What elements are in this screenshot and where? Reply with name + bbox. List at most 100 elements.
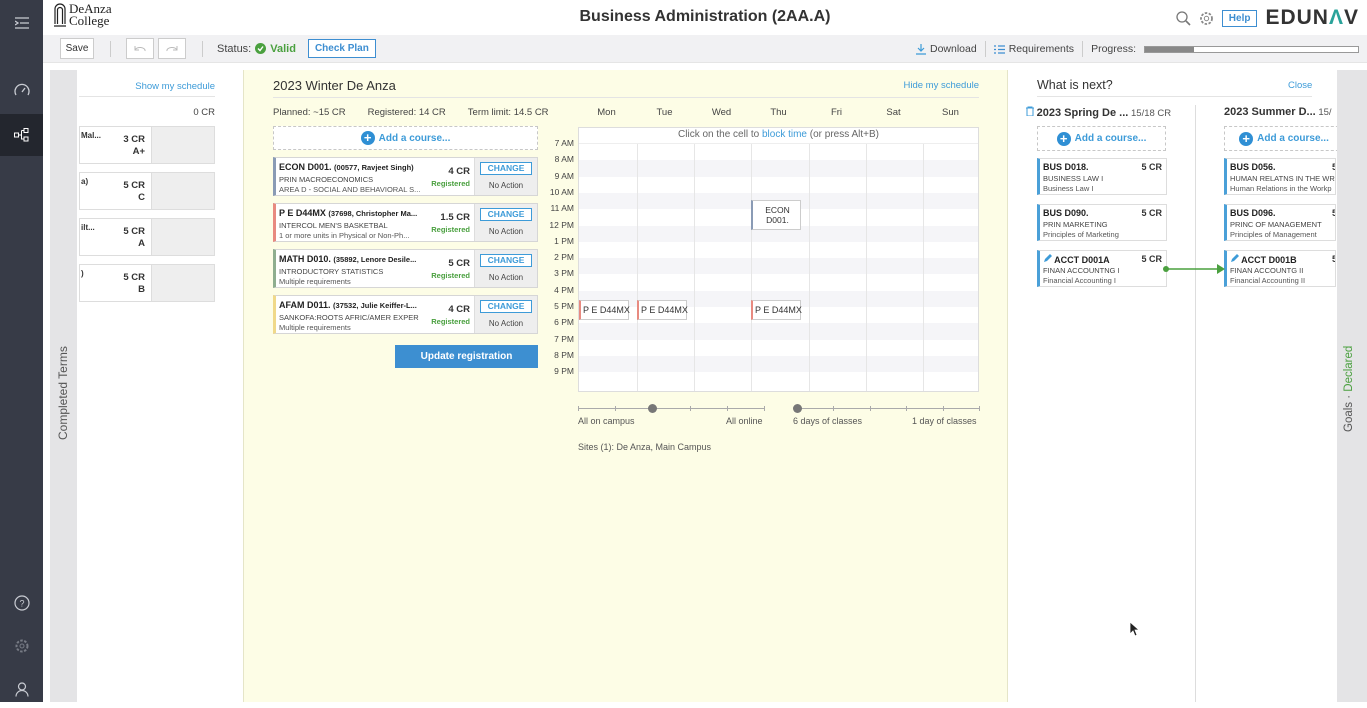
goals-status: Declared (1343, 345, 1355, 392)
course-name: ) (81, 269, 84, 278)
hour-row[interactable] (579, 242, 978, 258)
hour-row[interactable] (579, 355, 978, 373)
help-button[interactable]: Help (1221, 9, 1258, 27)
hide-schedule-link[interactable]: Hide my schedule (903, 80, 979, 91)
course-title: INTERCOL MEN'S BASKETBAL (279, 221, 388, 230)
svg-text:?: ? (19, 599, 24, 609)
course-card[interactable]: ECON D001. (00577, Ravjeet Singh) PRIN MA… (273, 157, 538, 196)
pencil-icon[interactable] (1230, 254, 1241, 265)
course-code: P E D44MX (37698, Christopher Ma... (279, 208, 417, 218)
action-status: No Action (488, 273, 524, 282)
close-link[interactable]: Close (1288, 80, 1312, 91)
hour-row[interactable] (579, 274, 978, 290)
save-button[interactable]: Save (60, 38, 94, 59)
slider-knob[interactable] (648, 404, 658, 413)
gear-icon[interactable] (0, 627, 43, 665)
progress-fill (1145, 46, 1194, 52)
hour-row[interactable] (579, 144, 978, 160)
slider-tick (689, 406, 691, 411)
planned-course-card[interactable]: BUS D096. 5 PRINC OF MANAGEMENTPrinciples … (1224, 204, 1336, 241)
planned-course-card[interactable]: ACCT D001B 5 FINAN ACCOUNTG IIFinancial Ac… (1224, 250, 1336, 287)
hour-row[interactable] (579, 340, 978, 356)
slider-left-label: All on campus (578, 416, 635, 426)
course-cr-grade: 5 CR A (123, 226, 145, 250)
course-card[interactable]: AFAM D011. (37532, Julie Keiffer-L... SAN… (273, 295, 538, 334)
block-time-link[interactable]: block time (762, 129, 807, 140)
requirements-button[interactable]: Requirements (993, 43, 1074, 55)
completed-course-card[interactable]: Mal... 3 CR A+ (79, 126, 215, 164)
add-course-button[interactable]: + Add a course... (273, 126, 538, 150)
course-code: AFAM D011. (37532, Julie Keiffer-L... (279, 300, 417, 310)
course-credits: 5 CR (1141, 254, 1162, 264)
search-icon[interactable] (1176, 10, 1191, 26)
days-of-classes-slider[interactable] (793, 404, 980, 413)
hour-label: 6 PM (554, 317, 574, 328)
hour-row[interactable] (579, 258, 978, 275)
course-action-area: CHANGE No Action (474, 204, 537, 241)
completed-course-card[interactable]: ) 5 CR B (79, 264, 215, 302)
course-card[interactable]: MATH D010. (35892, Lenore Desile... INTRO… (273, 249, 538, 288)
plan-status: Status: Valid (217, 43, 296, 55)
goals-toggle[interactable]: Goals · Declared (1337, 70, 1367, 702)
hour-label: 8 AM (554, 154, 574, 165)
planned-course-card[interactable]: BUS D056. 5 HUMAN RELATNS IN THE WRHuman R… (1224, 158, 1336, 195)
hour-label: 12 PM (549, 219, 574, 230)
term-credits: 15/ (1316, 107, 1331, 118)
planned-course-card[interactable]: BUS D018. 5 CR BUSINESS LAW I Business Law … (1037, 158, 1167, 195)
sites-label: Sites (1): De Anza, Main Campus (578, 442, 712, 452)
slider-tick (942, 406, 944, 411)
help-circle-icon[interactable]: ? (0, 584, 43, 622)
schedule-event[interactable]: P E D44MX (579, 300, 630, 320)
valid-check-icon (255, 43, 267, 54)
schedule-event[interactable]: P E D44MX (751, 300, 802, 320)
dashboard-gauge-icon[interactable] (0, 71, 43, 109)
hour-label: 7 PM (554, 333, 574, 344)
term-name: 2023 Spring De ... (1036, 107, 1129, 119)
term-credits: 15/18 CR (1130, 108, 1172, 119)
slider-knob[interactable] (793, 404, 802, 413)
day-divider (866, 144, 867, 391)
change-button[interactable]: CHANGE (480, 208, 532, 221)
completed-course-card[interactable]: ilt... 5 CR A (79, 218, 215, 256)
course-description: Principles of Marketing (1043, 230, 1119, 239)
planned-course-card[interactable]: BUS D090. 5 CR PRIN MARKETING Principles of… (1037, 204, 1167, 241)
course-action-area: CHANGE No Action (474, 158, 537, 195)
plan-tree-icon[interactable] (0, 114, 43, 156)
redo-button[interactable] (158, 38, 186, 59)
course-card[interactable]: P E D44MX (37698, Christopher Ma... INTER… (273, 203, 538, 242)
course-credits: 5 (1332, 208, 1335, 218)
hour-row[interactable] (579, 177, 978, 193)
hour-row[interactable] (579, 160, 978, 177)
check-plan-button[interactable]: Check Plan (307, 39, 376, 58)
term-divider (1195, 105, 1196, 702)
change-button[interactable]: CHANGE (480, 254, 532, 267)
completed-course-card[interactable]: a) 5 CR C (79, 172, 215, 210)
schedule-event[interactable]: P E D44MX (637, 300, 688, 320)
user-icon[interactable] (0, 670, 43, 708)
add-course-button[interactable]: + Add a course... (1224, 126, 1344, 151)
planned-course-card[interactable]: ACCT D001A 5 CR FINAN ACCOUNTNG I Financial… (1037, 250, 1167, 287)
campus-online-slider[interactable] (578, 404, 765, 413)
course-name: ilt... (81, 223, 95, 232)
change-button[interactable]: CHANGE (480, 300, 532, 313)
day-header-mon: Mon (597, 107, 616, 118)
hour-label: 2 PM (554, 252, 574, 263)
undo-button[interactable] (126, 38, 154, 59)
schedule-event[interactable]: ECON D001. (751, 200, 801, 231)
progress-bar (1144, 45, 1359, 53)
completed-terms-toggle[interactable]: Completed Terms (50, 70, 77, 702)
weekly-schedule-grid[interactable]: Click on the cell to block time (or pres… (578, 127, 979, 392)
pencil-icon[interactable] (1043, 254, 1054, 265)
hour-row[interactable] (579, 372, 978, 388)
add-course-button[interactable]: + Add a course... (1037, 126, 1166, 151)
show-schedule-link[interactable]: Show my schedule (135, 81, 215, 92)
trash-icon[interactable] (1026, 106, 1037, 119)
hour-row[interactable] (579, 323, 978, 340)
change-button[interactable]: CHANGE (480, 162, 532, 175)
update-registration-button[interactable]: Update registration (395, 345, 538, 368)
download-button[interactable]: Download (915, 43, 977, 55)
course-code: ECON D001. (00577, Ravjeet Singh) (279, 162, 414, 172)
block-time-hint: Click on the cell to block time (or pres… (579, 128, 978, 144)
menu-collapse-icon[interactable] (0, 4, 43, 42)
settings-gear-icon[interactable] (1199, 11, 1214, 26)
